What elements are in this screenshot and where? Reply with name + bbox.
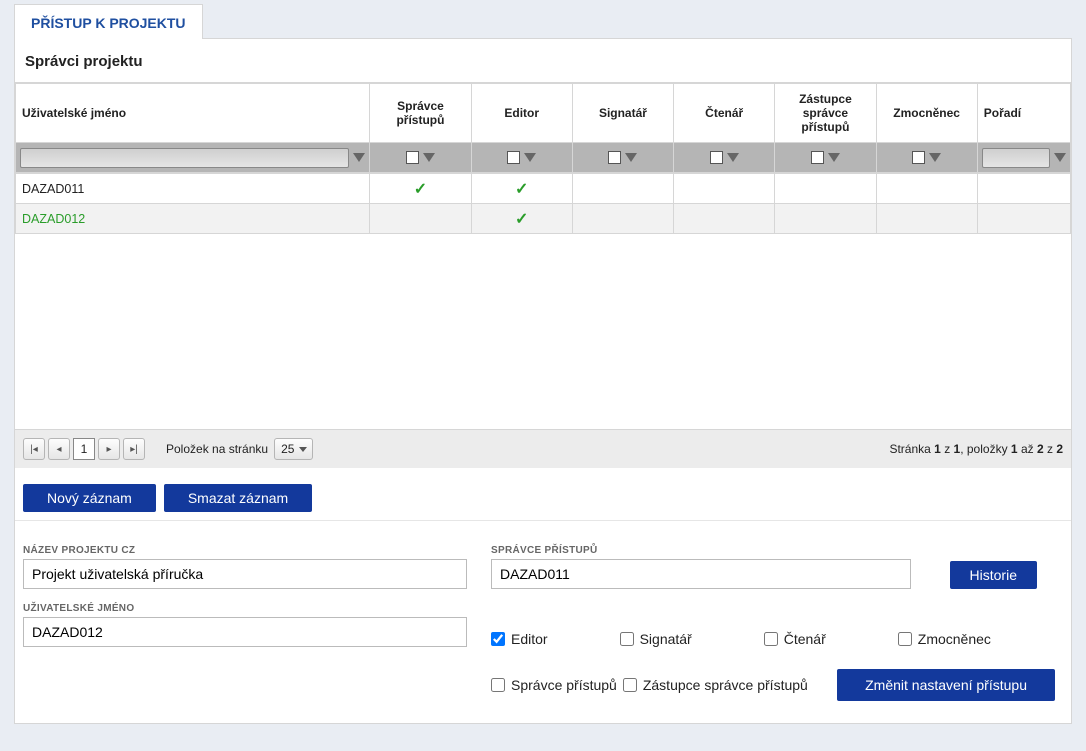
signatory-checkbox-wrap[interactable]: Signatář [620,631,692,647]
check-icon: ✓ [515,181,528,198]
main-panel: Správci projektu Uživatelské jméno Správ… [14,38,1072,724]
filter-user-input[interactable] [20,148,349,168]
editor-checkbox[interactable] [491,632,505,646]
change-access-button[interactable]: Změnit nastavení přístupu [837,669,1055,701]
deputy-role-checkbox-wrap[interactable]: Zástupce správce přístupů [623,677,808,693]
delete-record-button[interactable]: Smazat záznam [164,484,312,512]
table-row[interactable]: DAZAD011 ✓ ✓ [16,174,1071,204]
table-row[interactable]: DAZAD012 ✓ [16,204,1071,234]
cell-user: DAZAD012 [16,204,370,234]
cell-user: DAZAD011 [16,174,370,204]
filter-icon[interactable] [423,153,435,162]
section-title: Správci projektu [15,39,1071,83]
filter-reader-check[interactable] [710,151,723,164]
filter-icon[interactable] [727,153,739,162]
col-reader[interactable]: Čtenář [674,84,775,143]
signatory-checkbox[interactable] [620,632,634,646]
cell-proxy [876,204,977,234]
col-deputy[interactable]: Zástupce správce přístupů [775,84,876,143]
col-order[interactable]: Pořadí [977,84,1070,143]
pager-info: Stránka 1 z 1, položky 1 až 2 z 2 [889,442,1063,456]
admin-field[interactable] [491,559,911,589]
cell-deputy [775,204,876,234]
reader-checkbox[interactable] [764,632,778,646]
project-name-field[interactable] [23,559,467,589]
grid-filter-row [16,143,1071,173]
filter-icon[interactable] [828,153,840,162]
col-admin[interactable]: Správce přístupů [370,84,471,143]
detail-form: NÁZEV PROJEKTU CZ SPRÁVCE PŘÍSTUPŮ Histo… [15,521,1071,723]
filter-icon[interactable] [625,153,637,162]
username-label: UŽIVATELSKÉ JMÉNO [23,603,467,614]
proxy-checkbox-wrap[interactable]: Zmocněnec [898,631,991,647]
pager-prev-button[interactable]: ◂ [48,438,70,460]
cell-reader [674,174,775,204]
filter-icon[interactable] [1054,153,1066,162]
cell-reader [674,204,775,234]
pager-size-label: Položek na stránku [166,442,268,456]
cell-editor: ✓ [471,204,572,234]
project-name-label: NÁZEV PROJEKTU CZ [23,545,467,556]
cell-proxy [876,174,977,204]
history-button[interactable]: Historie [950,561,1037,589]
cell-sign [572,204,673,234]
pager-last-button[interactable]: ▸| [123,438,145,460]
pager-size-select[interactable]: 25 [274,438,313,460]
pager-page-number[interactable]: 1 [73,438,95,460]
deputy-role-checkbox[interactable] [623,678,637,692]
filter-proxy-check[interactable] [912,151,925,164]
cell-order [977,204,1070,234]
cell-editor: ✓ [471,174,572,204]
new-record-button[interactable]: Nový záznam [23,484,156,512]
editor-checkbox-wrap[interactable]: Editor [491,631,548,647]
filter-editor-check[interactable] [507,151,520,164]
admin-label: SPRÁVCE PŘÍSTUPŮ [491,545,911,556]
filter-order-input[interactable] [982,148,1050,168]
filter-deputy-check[interactable] [811,151,824,164]
pager-first-button[interactable]: |◂ [23,438,45,460]
grid-pager: |◂ ◂ 1 ▸ ▸| Položek na stránku 25 Stránk… [15,429,1071,468]
users-grid-body: DAZAD011 ✓ ✓ DAZAD012 ✓ [15,173,1071,234]
reader-checkbox-wrap[interactable]: Čtenář [764,631,826,647]
col-proxy[interactable]: Zmocněnec [876,84,977,143]
grid-header-row: Uživatelské jméno Správce přístupů Edito… [16,84,1071,143]
proxy-checkbox[interactable] [898,632,912,646]
filter-icon[interactable] [929,153,941,162]
tab-project-access[interactable]: PŘÍSTUP K PROJEKTU [14,4,203,39]
col-editor[interactable]: Editor [471,84,572,143]
cell-deputy [775,174,876,204]
check-icon: ✓ [414,181,427,198]
users-grid: Uživatelské jméno Správce přístupů Edito… [15,83,1071,173]
filter-icon[interactable] [353,153,365,162]
admin-role-checkbox-wrap[interactable]: Správce přístupů [491,677,617,693]
action-button-row: Nový záznam Smazat záznam [15,468,1071,521]
col-sign[interactable]: Signatář [572,84,673,143]
pager-next-button[interactable]: ▸ [98,438,120,460]
admin-role-checkbox[interactable] [491,678,505,692]
filter-sign-check[interactable] [608,151,621,164]
username-field[interactable] [23,617,467,647]
cell-admin: ✓ [370,174,471,204]
cell-order [977,174,1070,204]
filter-admin-check[interactable] [406,151,419,164]
filter-icon[interactable] [524,153,536,162]
cell-admin [370,204,471,234]
cell-sign [572,174,673,204]
col-user[interactable]: Uživatelské jméno [16,84,370,143]
check-icon: ✓ [515,211,528,228]
